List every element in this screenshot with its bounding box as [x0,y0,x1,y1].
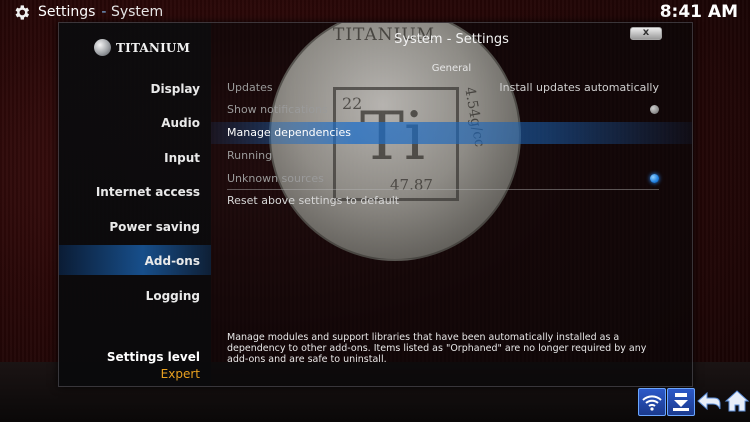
setting-label: Unknown sources [227,172,324,185]
setting-row-unknown-sources[interactable]: Unknown sources [227,169,659,189]
sidebar-item-power-saving[interactable]: Power saving [60,219,200,235]
back-icon [697,391,721,411]
sidebar-item-internet-access[interactable]: Internet access [60,184,200,200]
update-button[interactable] [667,388,695,416]
breadcrumb-title: Settings [38,4,96,20]
setting-row-running[interactable]: Running [227,146,659,166]
sidebar-item-audio[interactable]: Audio [60,115,200,131]
home-icon [724,390,750,412]
setting-value: Install updates automatically [499,81,659,94]
setting-row-updates[interactable]: Updates Install updates automatically [227,78,659,98]
setting-label: Updates [227,81,273,94]
home-button[interactable] [724,388,750,414]
section-heading: General [431,63,472,74]
setting-label: Show notifications [227,103,328,116]
breadcrumb-separator: - [101,4,107,20]
close-button[interactable]: x [630,27,662,40]
update-icon [673,393,689,411]
logo-globe-icon [94,39,111,56]
setting-row-reset-defaults[interactable]: Reset above settings to default [227,191,659,211]
setting-row-show-notifications[interactable]: Show notifications [227,100,659,120]
wifi-button[interactable] [638,388,666,416]
logo-text: TITANIUM [116,40,191,55]
sidebar-item-add-ons[interactable]: Add-ons [60,253,200,269]
sidebar-item-input[interactable]: Input [60,150,200,166]
clock: 8:41 AM [659,2,738,22]
gear-icon [15,5,30,20]
setting-row-manage-dependencies[interactable]: Manage dependencies [227,123,659,143]
sidebar-item-logging[interactable]: Logging [60,288,200,304]
dialog-title: System - Settings [394,32,509,47]
toggle-on-icon[interactable] [650,174,659,183]
back-button[interactable] [696,388,722,414]
top-bar: Settings - System 8:41 AM [0,0,750,24]
toggle-off-icon[interactable] [650,105,659,114]
titanium-logo: TITANIUM [94,39,190,56]
breadcrumb-subtitle: System [110,4,164,20]
settings-dialog: TITANIUM 22 Ti 47.87 4.54g/cc TITANIUM D… [58,22,693,387]
setting-label: Running [227,149,273,162]
breadcrumb: Settings - System [38,2,163,22]
wifi-icon [642,395,662,411]
sidebar-item-display[interactable]: Display [60,81,200,97]
sidebar: TITANIUM Display Audio Input Internet ac… [59,23,211,386]
settings-level-value[interactable]: Expert [161,367,200,381]
settings-divider [227,189,659,190]
settings-level-label[interactable]: Settings level [107,350,200,364]
setting-label: Reset above settings to default [227,194,400,207]
setting-label: Manage dependencies [227,126,351,139]
setting-description: Manage modules and support libraries tha… [227,332,647,365]
